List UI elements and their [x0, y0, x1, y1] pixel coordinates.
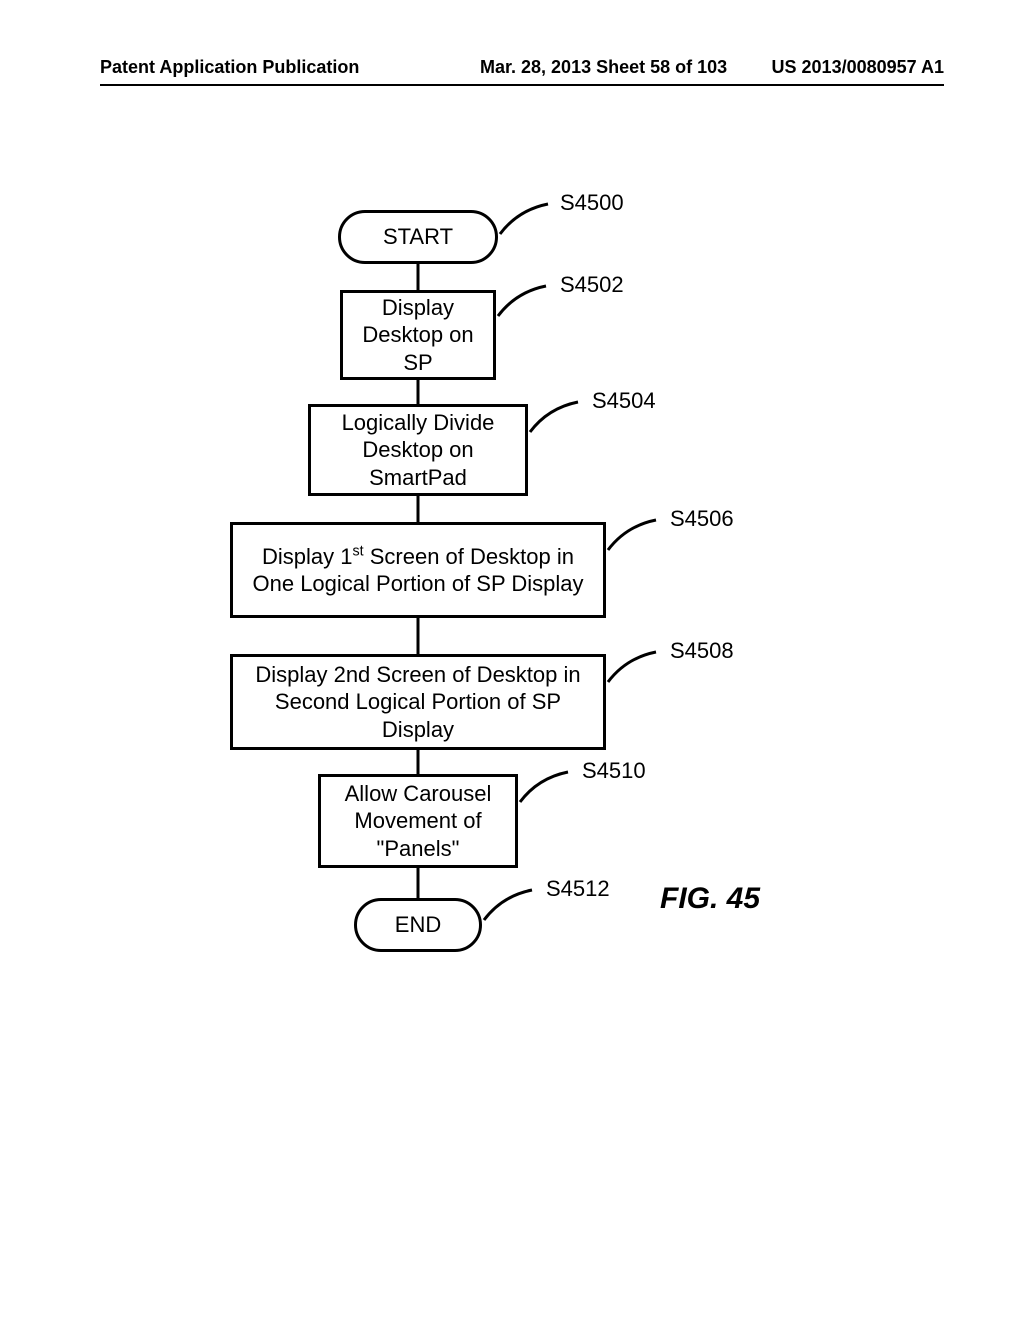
ref-s4504: S4504 — [592, 388, 656, 414]
ref-s4502: S4502 — [560, 272, 624, 298]
connector-1 — [417, 380, 420, 404]
ref-s4508: S4508 — [670, 638, 734, 664]
page: Patent Application Publication Mar. 28, … — [0, 0, 1024, 1320]
node-display-desktop-label: Display Desktop on SP — [353, 294, 483, 377]
header-right: US 2013/0080957 A1 — [772, 57, 944, 78]
ref-s4500: S4500 — [560, 190, 624, 216]
ref-s4510: S4510 — [582, 758, 646, 784]
figure-label: FIG. 45 — [660, 882, 760, 916]
connector-0 — [417, 264, 420, 290]
node-logically-divide-label: Logically Divide Desktop on SmartPad — [321, 409, 515, 492]
node-start: START — [338, 210, 498, 264]
header-center: Mar. 28, 2013 Sheet 58 of 103 — [480, 57, 727, 78]
connector-4 — [417, 750, 420, 774]
page-header: Patent Application Publication Mar. 28, … — [100, 80, 944, 86]
leader-s4504 — [528, 398, 588, 438]
node-logically-divide: Logically Divide Desktop on SmartPad — [308, 404, 528, 496]
ref-s4512: S4512 — [546, 876, 610, 902]
node-display-desktop: Display Desktop on SP — [340, 290, 496, 380]
node-display-1st-screen: Display 1st Screen of Desktop in One Log… — [230, 522, 606, 618]
node-display-2nd-screen: Display 2nd Screen of Desktop in Second … — [230, 654, 606, 750]
node-end: END — [354, 898, 482, 952]
leader-s4502 — [496, 282, 556, 322]
connector-5 — [417, 868, 420, 898]
ref-s4506: S4506 — [670, 506, 734, 532]
leader-s4512 — [482, 886, 542, 926]
connector-3 — [417, 618, 420, 654]
node-start-label: START — [383, 223, 453, 251]
node-carousel: Allow Carousel Movement of "Panels" — [318, 774, 518, 868]
node-carousel-label: Allow Carousel Movement of "Panels" — [331, 780, 505, 863]
leader-s4510 — [518, 768, 578, 808]
connector-2 — [417, 496, 420, 522]
node-end-label: END — [395, 911, 441, 939]
node-display-1st-screen-label: Display 1st Screen of Desktop in One Log… — [243, 543, 593, 598]
node-display-2nd-screen-label: Display 2nd Screen of Desktop in Second … — [243, 661, 593, 744]
leader-s4506 — [606, 516, 666, 556]
header-left: Patent Application Publication — [100, 57, 359, 78]
leader-s4500 — [498, 200, 558, 240]
leader-s4508 — [606, 648, 666, 688]
